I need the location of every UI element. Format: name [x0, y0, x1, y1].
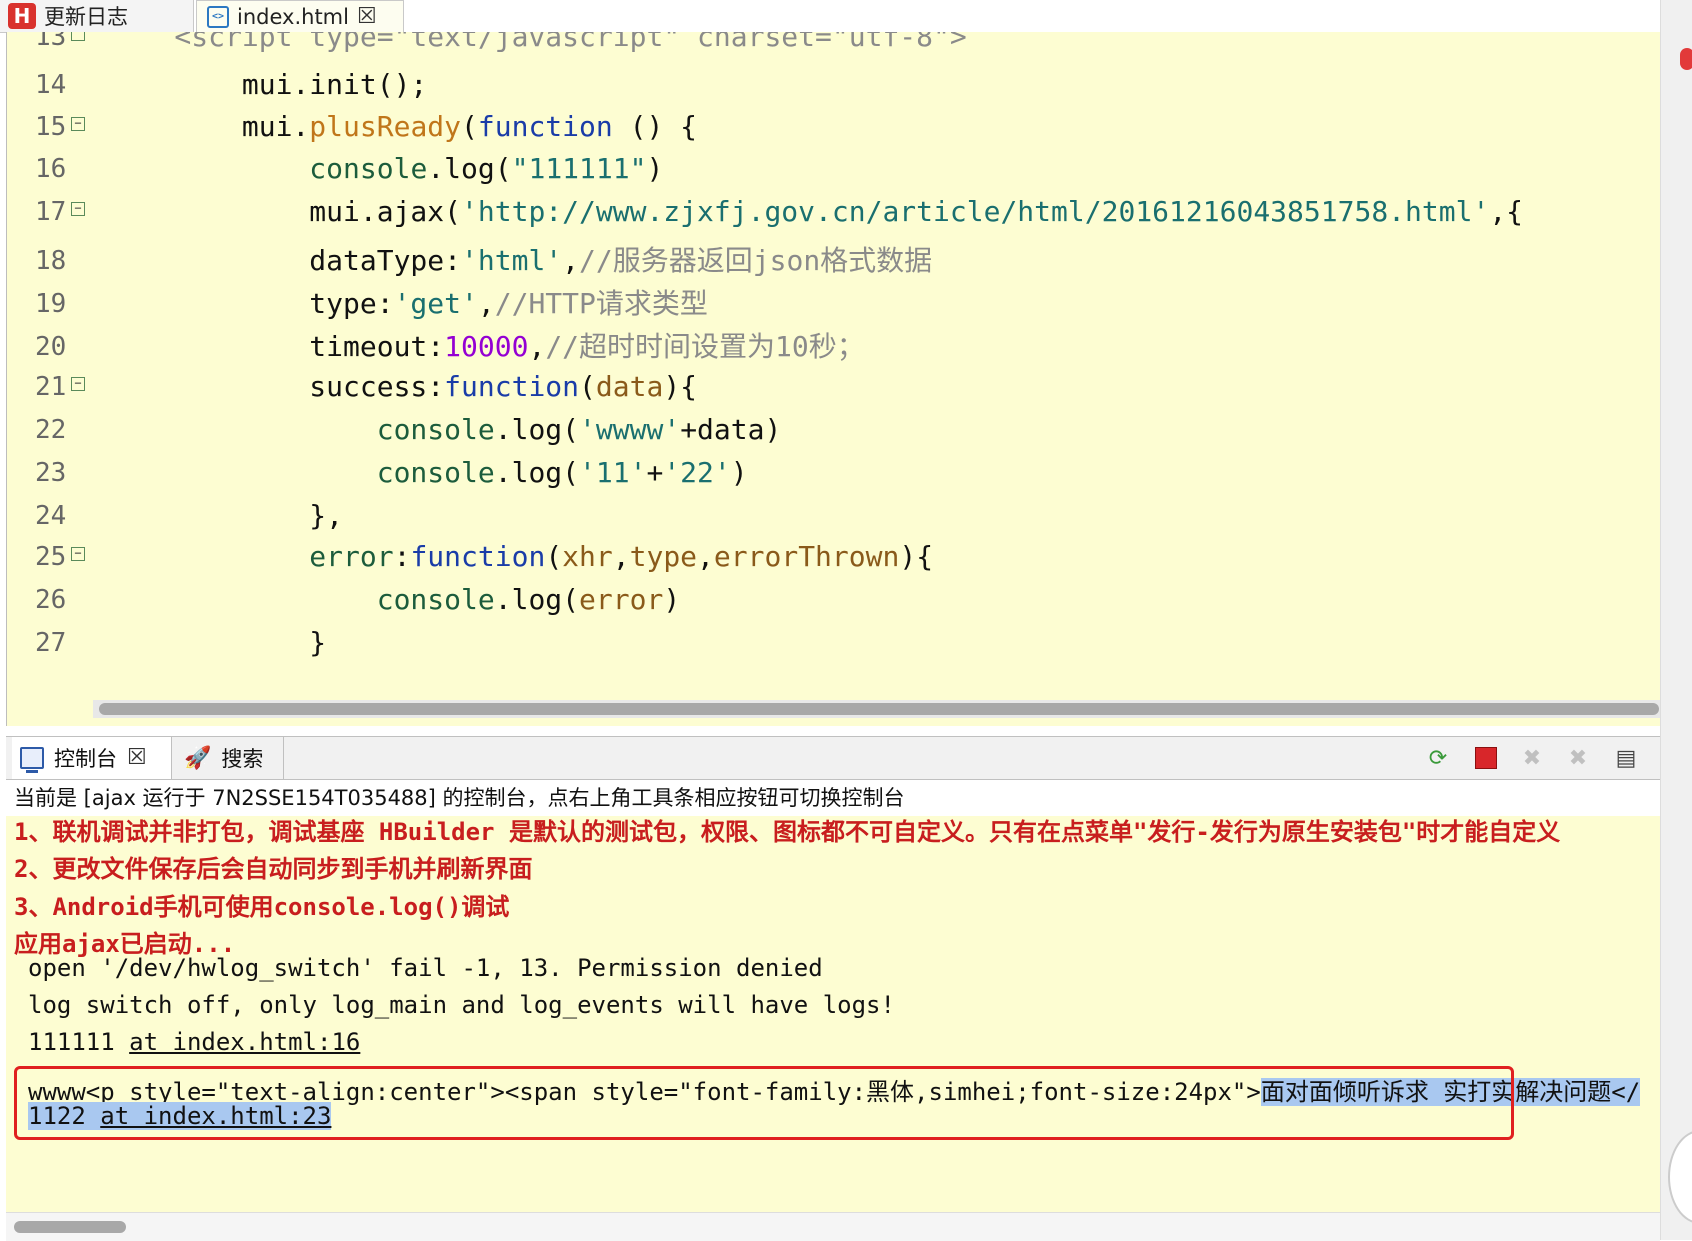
code-line[interactable]: 13 <script type="text/javascript" charse…	[7, 32, 1661, 60]
search-icon: 🚀	[184, 745, 212, 771]
horizontal-scrollbar[interactable]	[6, 1212, 1660, 1241]
code-text: console.log('wwww'+data)	[376, 413, 782, 446]
tab-label: 搜索	[221, 747, 264, 771]
code-text: mui.init();	[107, 68, 428, 101]
line-number: 14	[35, 70, 67, 100]
tab-label: index.html	[237, 4, 349, 29]
code-text: dataType:'html',//服务器返回json格式数据	[107, 244, 933, 277]
remove-all-icon[interactable]: ✖	[1562, 743, 1594, 773]
stop-icon[interactable]	[1470, 743, 1502, 773]
line-number: 21	[35, 372, 67, 402]
tab-console[interactable]: 控制台 ☒	[12, 737, 172, 779]
tab-index-html[interactable]: <> index.html ☒	[196, 0, 404, 32]
close-icon[interactable]: ☒	[357, 5, 377, 28]
console-line: 111111 at index.html:16	[28, 1028, 360, 1056]
console-text: 3、Android手机可使用console.log()调试	[14, 893, 510, 921]
line-number: 19	[35, 289, 67, 319]
line-number: 24	[35, 501, 67, 531]
console-line: 3、Android手机可使用console.log()调试	[14, 887, 509, 922]
console-text: 1、联机调试并非打包，调试基座 HBuilder 是默认的测试包，权限、图标都不…	[14, 818, 1561, 846]
source-link[interactable]: at index.html:16	[129, 1028, 360, 1056]
notification-dot	[1680, 48, 1692, 70]
hbuilder-logo-icon: H	[8, 3, 36, 29]
code-line[interactable]: 22 console.log('wwww'+data)	[7, 407, 1661, 453]
console-text: 2、更改文件保存后会自动同步到手机并刷新界面	[14, 855, 533, 883]
tab-search[interactable]: 🚀 搜索	[176, 737, 284, 779]
console-icon	[20, 747, 44, 773]
code-line[interactable]: 25− error:function(xhr,type,errorThrown)…	[7, 534, 1661, 580]
console-text: open '/dev/hwlog_switch' fail -1, 13. Pe…	[28, 954, 823, 982]
line-number: 22	[35, 415, 67, 445]
line-number: 13	[35, 32, 67, 52]
fold-toggle-icon[interactable]	[71, 32, 85, 41]
console-text: 1122	[28, 1102, 101, 1130]
fold-toggle-icon[interactable]: −	[71, 377, 85, 391]
line-number: 16	[35, 154, 67, 184]
fold-toggle-icon[interactable]: −	[71, 547, 85, 561]
tab-changelog[interactable]: H 更新日志	[0, 0, 194, 32]
code-line[interactable]: 26 console.log(error)	[7, 577, 1661, 623]
code-line[interactable]: 27 }	[7, 620, 1661, 666]
tab-label: 控制台	[54, 747, 117, 771]
code-line[interactable]: 16 console.log("111111")	[7, 146, 1661, 192]
code-line[interactable]: 24 },	[7, 493, 1661, 539]
tab-label: 更新日志	[44, 5, 128, 29]
relaunch-icon[interactable]: ⟳	[1422, 743, 1454, 773]
console-output[interactable]: 1、联机调试并非打包，调试基座 HBuilder 是默认的测试包，权限、图标都不…	[6, 816, 1660, 1212]
selected-text: 面对面倾听诉求 实打实解决问题</	[1260, 1078, 1641, 1106]
code-text: mui.ajax('http://www.zjxfj.gov.cn/articl…	[107, 195, 1524, 228]
code-line[interactable]: 17− mui.ajax('http://www.zjxfj.gov.cn/ar…	[7, 189, 1661, 235]
console-line: log switch off, only log_main and log_ev…	[28, 991, 895, 1019]
code-text: <script type="text/javascript" charset="…	[107, 32, 967, 53]
console-text: 111111	[28, 1028, 130, 1056]
html-file-icon: <>	[207, 5, 229, 28]
code-line[interactable]: 21− success:function(data){	[7, 364, 1661, 410]
console-text: log switch off, only log_main and log_ev…	[28, 991, 895, 1019]
line-number: 25	[35, 542, 67, 572]
scroll-thumb[interactable]	[99, 703, 1659, 715]
code-text: console.log(error)	[376, 583, 681, 616]
scroll-thumb[interactable]	[14, 1221, 126, 1233]
line-number: 18	[35, 246, 67, 276]
console-line: 1、联机调试并非打包，调试基座 HBuilder 是默认的测试包，权限、图标都不…	[14, 816, 1560, 847]
fold-toggle-icon[interactable]: −	[71, 202, 85, 216]
right-side-panel	[1660, 0, 1692, 1240]
code-line[interactable]: 18 dataType:'html',//服务器返回json格式数据	[7, 238, 1661, 284]
fold-toggle-icon[interactable]: −	[71, 117, 85, 131]
code-line[interactable]: 19 type:'get',//HTTP请求类型	[7, 281, 1661, 327]
editor-tab-bar: H 更新日志 <> index.html ☒	[0, 0, 1660, 33]
code-text: console.log('11'+'22')	[376, 456, 748, 489]
code-text: console.log("111111")	[309, 152, 664, 185]
line-number: 27	[35, 628, 67, 658]
console-header: 当前是 [ajax 运行于 7N2SSE154T035488] 的控制台，点右上…	[6, 780, 1660, 816]
code-line[interactable]: 15− mui.plusReady(function () {	[7, 104, 1661, 150]
code-text: type:'get',//HTTP请求类型	[107, 287, 708, 320]
code-text: }	[107, 626, 327, 659]
line-number: 26	[35, 585, 67, 615]
code-text: },	[107, 499, 344, 532]
horizontal-scrollbar[interactable]	[93, 700, 1661, 718]
console-tab-bar: 控制台 ☒ 🚀 搜索 ⟳ ✖ ✖ ▤	[6, 736, 1660, 780]
code-line[interactable]: 23 console.log('11'+'22')	[7, 450, 1661, 496]
line-number: 15	[35, 112, 67, 142]
code-text: success:function(data){	[107, 370, 698, 403]
close-icon[interactable]: ☒	[127, 747, 147, 769]
line-number: 17	[35, 197, 67, 227]
console-line: open '/dev/hwlog_switch' fail -1, 13. Pe…	[28, 954, 823, 982]
console-line: 1122 at index.html:23	[28, 1102, 332, 1130]
console-line: 2、更改文件保存后会自动同步到手机并刷新界面	[14, 849, 532, 884]
code-editor[interactable]: 13 <script type="text/javascript" charse…	[6, 32, 1661, 726]
source-link[interactable]: at index.html:23	[100, 1102, 332, 1130]
code-line[interactable]: 14 mui.init();	[7, 62, 1661, 108]
code-text: mui.plusReady(function () {	[107, 110, 698, 143]
remove-icon[interactable]: ✖	[1516, 743, 1548, 773]
clear-console-icon[interactable]: ▤	[1610, 743, 1642, 773]
code-text: error:function(xhr,type,errorThrown){	[309, 540, 934, 573]
line-number: 23	[35, 458, 67, 488]
